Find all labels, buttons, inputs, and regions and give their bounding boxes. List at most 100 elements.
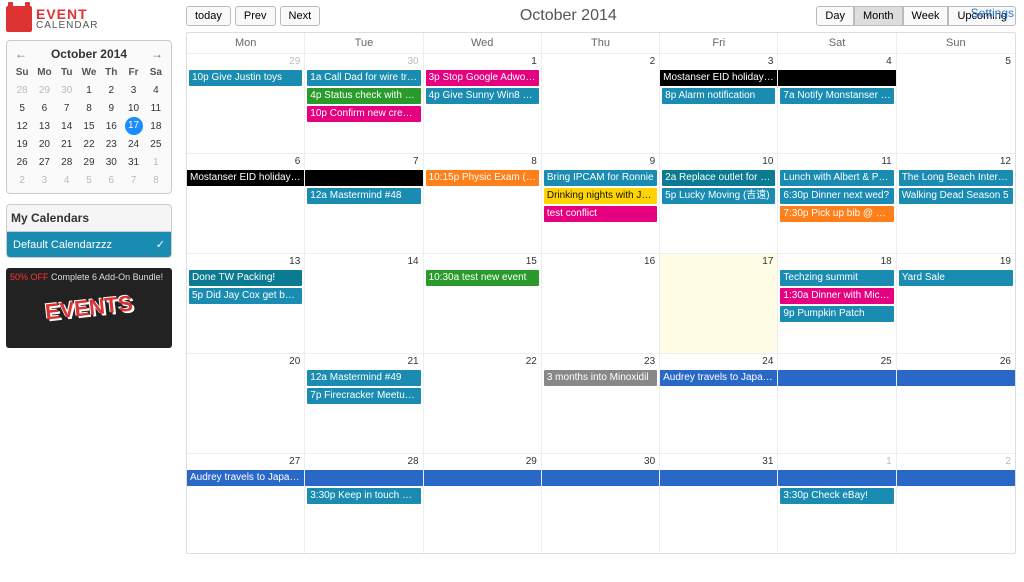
next-button[interactable]: Next <box>280 6 321 26</box>
mini-day[interactable]: 23 <box>100 135 122 153</box>
mini-day[interactable]: 1 <box>78 81 100 99</box>
event[interactable] <box>778 470 895 486</box>
day-cell[interactable]: 12The Long Beach International City Bank… <box>897 153 1015 253</box>
mini-day[interactable]: 6 <box>100 171 122 189</box>
day-cell[interactable]: 2 <box>542 53 660 153</box>
mini-day[interactable]: 5 <box>78 171 100 189</box>
mini-day[interactable]: 13 <box>33 117 55 135</box>
event[interactable] <box>778 370 895 386</box>
mini-day[interactable]: 4 <box>56 171 78 189</box>
mini-day[interactable]: 5 <box>11 99 33 117</box>
day-cell[interactable]: 16 <box>542 253 660 353</box>
day-cell[interactable]: 20 <box>187 353 305 453</box>
day-cell[interactable]: 233 months into Minoxidil <box>542 353 660 453</box>
mini-day[interactable]: 16 <box>100 117 122 135</box>
prev-button[interactable]: Prev <box>235 6 276 26</box>
day-cell[interactable]: 301a Call Dad for wire transfer info4p S… <box>305 53 423 153</box>
event[interactable] <box>897 370 1015 386</box>
event[interactable]: 4p Status check with Mostanser on #70, #… <box>307 88 420 104</box>
my-calendars-header[interactable]: My Calendars <box>6 204 172 232</box>
mini-day[interactable]: 29 <box>78 153 100 171</box>
event[interactable]: Lunch with Albert & Pavel? <box>780 170 893 186</box>
day-cell[interactable]: 24Audrey travels to Japan and Korea <box>660 353 778 453</box>
mini-day[interactable]: 7 <box>122 171 144 189</box>
day-cell[interactable]: 18Techzing summit1:30a Dinner with Miche… <box>778 253 896 353</box>
event[interactable]: 8p Alarm notification <box>662 88 775 104</box>
mini-day[interactable]: 3 <box>33 171 55 189</box>
mini-day[interactable]: 17 <box>122 117 144 135</box>
event[interactable]: Drinking nights with John and Ronnie <box>544 188 657 204</box>
mini-day[interactable]: 12 <box>11 117 33 135</box>
mini-day[interactable]: 7 <box>56 99 78 117</box>
mini-day[interactable]: 26 <box>11 153 33 171</box>
event[interactable]: 3 months into Minoxidil <box>544 370 657 386</box>
mini-day[interactable]: 20 <box>33 135 55 153</box>
event[interactable]: 10p Confirm new credit card paypal@kayso… <box>307 106 420 122</box>
view-tab-month[interactable]: Month <box>854 6 903 26</box>
event[interactable]: 1a Call Dad for wire transfer info <box>307 70 420 86</box>
event[interactable]: 7a Notify Monstanser to switch o Hourly … <box>780 88 893 104</box>
mini-day[interactable]: 14 <box>56 117 78 135</box>
day-cell[interactable]: 6Mostanser EID holiday Oct 3-7 <box>187 153 305 253</box>
day-cell[interactable]: 5 <box>897 53 1015 153</box>
event[interactable]: Audrey travels to Japan and Korea <box>187 470 304 486</box>
day-cell[interactable]: 17 <box>660 253 778 353</box>
event[interactable] <box>897 470 1015 486</box>
event[interactable]: 6:30p Dinner next wed? <box>780 188 893 204</box>
event[interactable]: 3:30p Keep in touch with Jon Paris regar… <box>307 488 420 504</box>
day-cell[interactable]: 30 <box>542 453 660 553</box>
mini-day[interactable]: 1 <box>145 153 167 171</box>
event[interactable]: 3:30p Check eBay! <box>780 488 893 504</box>
mini-day[interactable]: 21 <box>56 135 78 153</box>
mini-day[interactable]: 30 <box>100 153 122 171</box>
mini-day[interactable]: 27 <box>33 153 55 171</box>
day-cell[interactable]: 25 <box>778 353 896 453</box>
mini-day[interactable]: 9 <box>100 99 122 117</box>
event[interactable]: 7p Firecracker Meetup @ Chinatown <box>307 388 420 404</box>
mini-day[interactable]: 8 <box>145 171 167 189</box>
event[interactable]: 10:15p Physic Exam (me and allison) <box>426 170 539 186</box>
event[interactable]: Walking Dead Season 5 <box>899 188 1013 204</box>
today-button[interactable]: today <box>186 6 231 26</box>
mini-prev[interactable]: ← <box>15 47 27 61</box>
mini-day[interactable]: 10 <box>122 99 144 117</box>
event[interactable]: 3p Stop Google Adwords! <box>426 70 539 86</box>
event[interactable]: 12a Mastermind #49 <box>307 370 420 386</box>
event[interactable]: 12a Mastermind #48 <box>307 188 420 204</box>
event[interactable] <box>424 470 541 486</box>
event[interactable]: Done TW Packing! <box>189 270 302 286</box>
event[interactable]: 2a Replace outlet for Eric <box>662 170 775 186</box>
mini-day[interactable]: 28 <box>56 153 78 171</box>
event[interactable]: 9p Pumpkin Patch <box>780 306 893 322</box>
mini-day[interactable]: 31 <box>122 153 144 171</box>
event[interactable]: 10:30a test new event <box>426 270 539 286</box>
day-cell[interactable]: 13Done TW Packing!5p Did Jay Cox get bac… <box>187 253 305 353</box>
event[interactable]: Techzing summit <box>780 270 893 286</box>
mini-day[interactable]: 29 <box>33 81 55 99</box>
day-cell[interactable]: 2 <box>897 453 1015 553</box>
day-cell[interactable]: 1 3:30p Check eBay! <box>778 453 896 553</box>
day-cell[interactable]: 102a Replace outlet for Eric5p Lucky Mov… <box>660 153 778 253</box>
day-cell[interactable]: 4 7a Notify Monstanser to switch o Hourl… <box>778 53 896 153</box>
day-cell[interactable]: 7 12a Mastermind #48 <box>305 153 423 253</box>
mini-day[interactable]: 28 <box>11 81 33 99</box>
view-tab-week[interactable]: Week <box>903 6 949 26</box>
event[interactable]: 4p Give Sunny Win8 key <box>426 88 539 104</box>
mini-day[interactable]: 6 <box>33 99 55 117</box>
event[interactable] <box>660 470 777 486</box>
day-cell[interactable]: 28 3:30p Keep in touch with Jon Paris re… <box>305 453 423 553</box>
event[interactable]: Bring IPCAM for Ronnie <box>544 170 657 186</box>
event[interactable] <box>542 470 659 486</box>
day-cell[interactable]: 1510:30a test new event <box>424 253 542 353</box>
day-cell[interactable]: 22 <box>424 353 542 453</box>
day-cell[interactable]: 19Yard Sale <box>897 253 1015 353</box>
mini-day[interactable]: 22 <box>78 135 100 153</box>
event[interactable]: 10p Give Justin toys <box>189 70 302 86</box>
event[interactable]: 5p Did Jay Cox get back to me? <box>189 288 302 304</box>
day-cell[interactable]: 810:15p Physic Exam (me and allison) <box>424 153 542 253</box>
day-cell[interactable]: 3Mostanser EID holiday Oct 3-78p Alarm n… <box>660 53 778 153</box>
mini-day[interactable]: 15 <box>78 117 100 135</box>
promo-banner[interactable]: 50% OFF Complete 6 Add-On Bundle! EVENTS <box>6 268 172 348</box>
day-cell[interactable]: 11Lunch with Albert & Pavel?6:30p Dinner… <box>778 153 896 253</box>
day-cell[interactable]: 29 <box>424 453 542 553</box>
